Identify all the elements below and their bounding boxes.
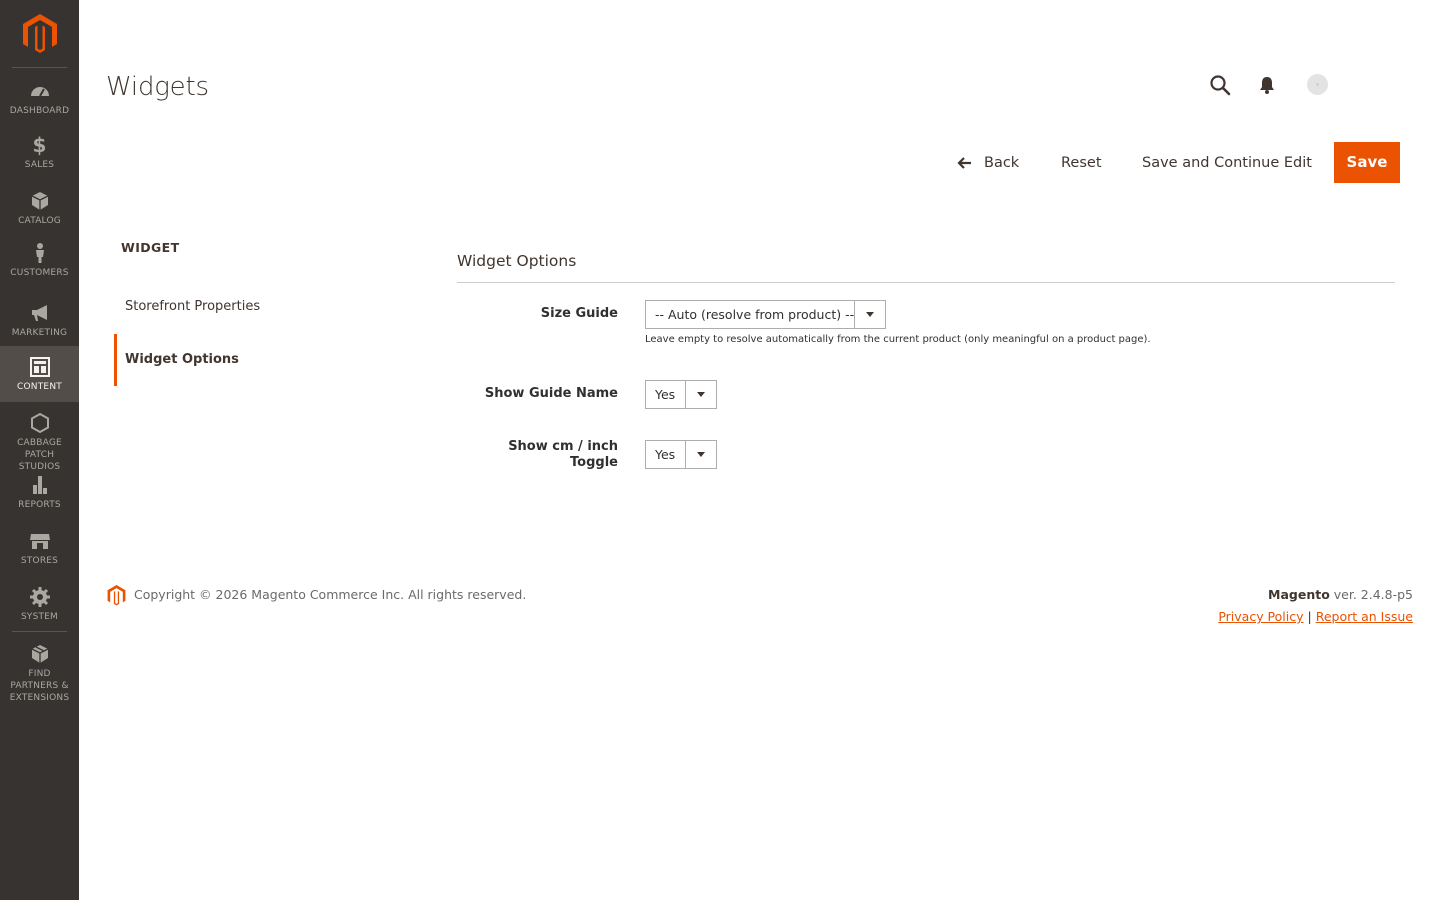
admin-sidebar: DASHBOARD $ SALES CATALOG CUSTOMERS MARK… xyxy=(0,0,79,900)
version-number: ver. 2.4.8-p5 xyxy=(1329,587,1413,602)
dollar-icon: $ xyxy=(32,133,47,157)
page-title: Widgets xyxy=(106,72,209,102)
hexagon-icon xyxy=(30,412,49,434)
version-info: Magento ver. 2.4.8-p5 xyxy=(1268,587,1413,602)
nav-label-dashboard: DASHBOARD xyxy=(9,106,70,116)
nav-label-cabbage-patch-studios: CABBAGE PATCH STUDIOS xyxy=(17,438,62,472)
nav-item-cabbage-patch-studios[interactable]: CABBAGE PATCH STUDIOS xyxy=(0,412,79,472)
search-icon[interactable] xyxy=(1209,74,1231,96)
user-avatar[interactable] xyxy=(1307,74,1328,95)
magento-logo-icon[interactable] xyxy=(22,14,58,54)
size-guide-value: -- Auto (resolve from product) -- xyxy=(655,307,855,322)
show-toggle-value: Yes xyxy=(655,447,676,462)
storefront-icon xyxy=(29,534,50,549)
nav-item-content[interactable]: CONTENT xyxy=(0,346,79,402)
size-guide-label: Size Guide xyxy=(540,306,618,321)
chevron-down-icon xyxy=(854,301,885,328)
footer-link-separator: | xyxy=(1307,609,1312,624)
gear-icon xyxy=(29,587,50,607)
copyright-text: Copyright © 2026 Magento Commerce Inc. A… xyxy=(134,587,527,602)
show-toggle-label: Show cm / inch Toggle xyxy=(508,439,618,471)
nav-label-catalog: CATALOG xyxy=(18,216,61,226)
chevron-down-icon xyxy=(685,381,716,408)
megaphone-icon xyxy=(31,305,47,321)
tab-storefront-properties[interactable]: Storefront Properties xyxy=(114,281,414,333)
nav-item-sales[interactable]: $ SALES xyxy=(0,134,79,184)
size-guide-select[interactable]: -- Auto (resolve from product) -- xyxy=(645,300,886,329)
section-divider xyxy=(457,282,1395,283)
magento-footer-logo-icon xyxy=(107,585,126,606)
nav-item-find-partners[interactable]: FIND PARTNERS & EXTENSIONS xyxy=(0,643,79,705)
sidebar-divider xyxy=(12,67,67,68)
show-toggle-label-line2: Toggle xyxy=(570,455,618,470)
nav-label-reports: REPORTS xyxy=(18,500,61,510)
bar-chart-icon xyxy=(32,476,47,494)
nav-label-stores: STORES xyxy=(20,556,59,566)
show-guide-name-label: Show Guide Name xyxy=(484,386,618,401)
section-title: Widget Options xyxy=(457,252,577,270)
save-button[interactable]: Save xyxy=(1334,142,1400,183)
nav-item-catalog[interactable]: CATALOG xyxy=(0,190,79,240)
nav-label-sales: SALES xyxy=(24,160,55,170)
nav-label-marketing: MARKETING xyxy=(11,328,68,338)
show-toggle-select[interactable]: Yes xyxy=(645,440,717,469)
report-issue-link[interactable]: Report an Issue xyxy=(1316,609,1413,624)
back-button[interactable]: Back xyxy=(957,143,1019,183)
show-toggle-label-line1: Show cm / inch xyxy=(508,439,618,454)
layout-icon xyxy=(29,357,50,377)
cube-icon xyxy=(31,192,48,210)
privacy-policy-link[interactable]: Privacy Policy xyxy=(1218,609,1303,624)
nav-label-system: SYSTEM xyxy=(20,612,59,622)
nav-item-marketing[interactable]: MARKETING xyxy=(0,302,79,352)
chevron-down-icon xyxy=(685,441,716,468)
show-guide-name-value: Yes xyxy=(655,387,676,402)
footer-links: Privacy Policy | Report an Issue xyxy=(1218,609,1413,624)
nav-item-system[interactable]: SYSTEM xyxy=(0,586,79,636)
arrow-left-icon xyxy=(957,157,971,169)
nav-item-dashboard[interactable]: DASHBOARD xyxy=(0,80,79,130)
nav-label-customers: CUSTOMERS xyxy=(10,268,69,278)
nav-label-content: CONTENT xyxy=(17,382,62,392)
show-guide-name-select[interactable]: Yes xyxy=(645,380,717,409)
person-icon xyxy=(35,243,44,263)
nav-item-customers[interactable]: CUSTOMERS xyxy=(0,242,79,292)
widget-tabs-title: WIDGET xyxy=(121,240,180,255)
box-icon xyxy=(31,645,48,663)
nav-label-find-partners: FIND PARTNERS & EXTENSIONS xyxy=(9,669,70,703)
save-and-continue-button[interactable]: Save and Continue Edit xyxy=(1142,143,1312,183)
reset-button[interactable]: Reset xyxy=(1061,143,1102,183)
tab-widget-options[interactable]: Widget Options xyxy=(114,334,414,386)
version-brand: Magento xyxy=(1268,587,1330,602)
nav-item-reports[interactable]: REPORTS xyxy=(0,474,79,524)
dashboard-gauge-icon xyxy=(30,87,49,97)
nav-item-stores[interactable]: STORES xyxy=(0,530,79,580)
size-guide-note: Leave empty to resolve automatically fro… xyxy=(645,334,1151,345)
sidebar-divider xyxy=(12,631,67,632)
notifications-bell-icon[interactable] xyxy=(1258,75,1276,95)
back-button-label: Back xyxy=(984,155,1020,171)
